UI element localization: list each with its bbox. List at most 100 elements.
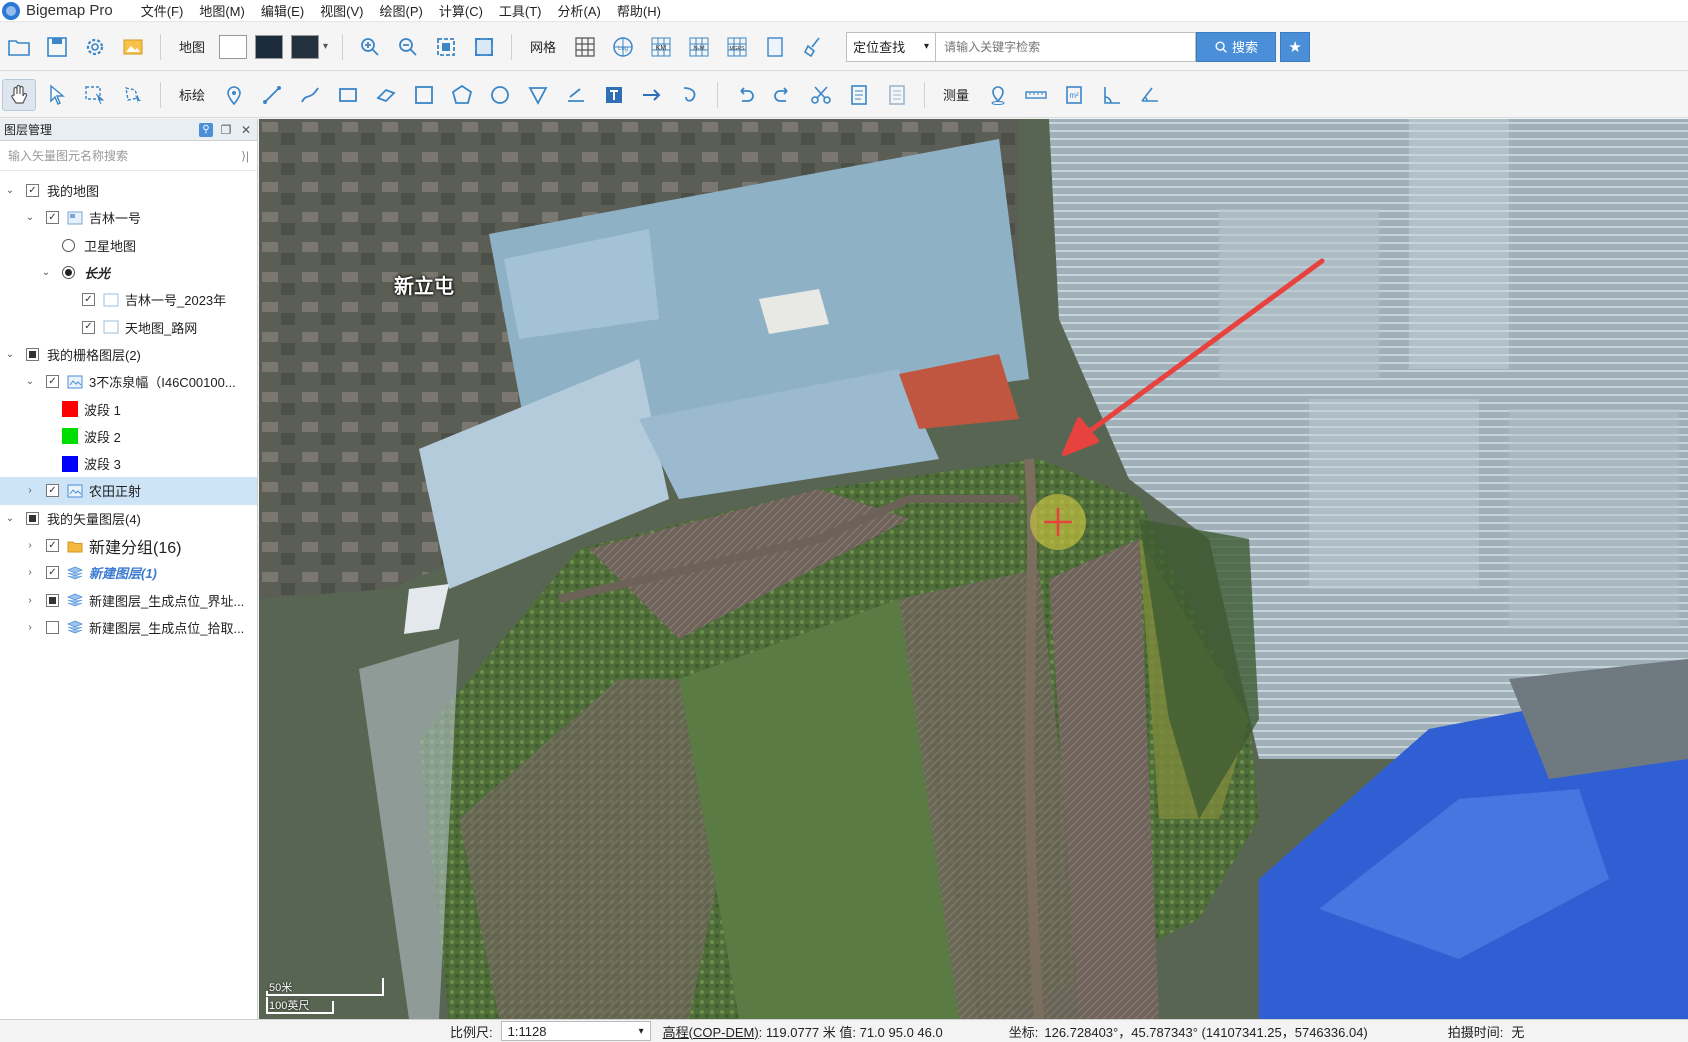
tree-row-vector-group[interactable]: ⌄ 我的矢量图层(4) [0,505,257,532]
full-extent-button[interactable] [467,31,501,63]
attribute-button[interactable] [842,79,876,111]
panel-search-icon[interactable]: ⚲ [199,122,213,137]
draw-rect-button[interactable] [331,79,365,111]
tree-row-tianditu[interactable]: ✓ 天地图_路网 [0,313,257,340]
draw-hook-button[interactable] [673,79,707,111]
checkbox-checked[interactable]: ✓ [46,566,59,580]
menu-map[interactable]: 地图(M) [191,1,253,20]
layer-search-field[interactable]: 输入矢量图元名称搜索 ⟩| [0,141,257,171]
chevron-down-icon[interactable]: ⌄ [24,376,36,388]
cut-button[interactable] [804,79,838,111]
chevron-right-icon[interactable]: › [24,621,36,633]
doc-button[interactable] [758,31,792,63]
menu-edit[interactable]: 编辑(E) [253,1,312,20]
draw-point-button[interactable] [217,79,251,111]
elevation-label[interactable]: 高程(COP-DEM) [663,1022,759,1041]
map-tile-terrain-button[interactable] [291,34,320,59]
favorite-button[interactable]: ★ [1280,31,1311,62]
zoom-out-button[interactable] [391,31,425,63]
checkbox-checked[interactable]: ✓ [26,184,39,198]
zoom-extent-button[interactable] [429,31,463,63]
chevron-down-icon[interactable]: ▾ [323,41,328,52]
measure-point-button[interactable] [981,79,1015,111]
search-mode-select[interactable]: 定位查找 ▾ [846,31,937,62]
draw-ruler-button[interactable] [559,79,593,111]
image-button[interactable] [116,31,150,63]
tree-row-farmland[interactable]: › ✓ 农田正射 [0,477,257,505]
select-button[interactable] [40,79,74,111]
measure-area-button[interactable]: m² [1057,79,1091,111]
tree-row-band2[interactable]: 波段 2 [0,423,257,450]
undo-button[interactable] [728,79,762,111]
chevron-down-icon[interactable]: ⌄ [40,267,52,279]
checkbox-partial[interactable] [46,593,59,607]
draw-text-button[interactable] [597,79,631,111]
collapse-icon[interactable]: ⟩| [241,149,249,163]
grid-button[interactable] [568,31,602,63]
settings-button[interactable] [78,31,112,63]
tree-row-gen-boundary[interactable]: › 新建图层_生成点位_界址... [0,586,257,613]
tree-row-jilin1[interactable]: ⌄ ✓ 吉林一号 [0,204,257,231]
tree-row-new-group[interactable]: › ✓ 新建分组(16) [0,532,257,559]
tree-row-band3[interactable]: 波段 3 [0,450,257,477]
search-button[interactable]: 搜索 [1196,31,1277,62]
menu-draw[interactable]: 绘图(P) [372,1,431,20]
table-button[interactable] [880,79,914,111]
tree-row-my-map[interactable]: ⌄ ✓ 我的地图 [0,177,257,204]
measure-distance-button[interactable] [1019,79,1053,111]
measure-bearing-button[interactable] [1133,79,1167,111]
open-folder-button[interactable] [2,31,36,63]
chevron-down-icon[interactable]: ⌄ [4,185,16,197]
menu-tools[interactable]: 工具(T) [491,1,550,20]
pan-button[interactable] [2,78,36,111]
measure-angle-button[interactable] [1095,79,1129,111]
checkbox-checked[interactable]: ✓ [46,375,59,389]
grid-mgrs-button[interactable]: MGRS [720,31,754,63]
chevron-right-icon[interactable]: › [24,567,36,579]
draw-square-button[interactable] [407,79,441,111]
tree-row-changguang[interactable]: ⌄ 长光 [0,259,257,286]
chevron-right-icon[interactable]: › [24,485,36,497]
draw-line-button[interactable] [255,79,289,111]
checkbox-checked[interactable]: ✓ [46,211,59,225]
menu-analysis[interactable]: 分析(A) [550,1,609,20]
draw-arrow-button[interactable] [635,79,669,111]
draw-curve-button[interactable] [293,79,327,111]
save-button[interactable] [40,31,74,63]
menu-help[interactable]: 帮助(H) [609,1,669,20]
map-tile-satellite-button[interactable] [255,34,284,59]
scale-select[interactable]: 1:1128 ▾ [500,1021,651,1041]
close-icon[interactable]: ✕ [239,123,253,137]
poly-select-button[interactable] [116,79,150,111]
map-canvas[interactable]: 新立屯 50米 100英尺 [259,119,1688,1019]
tree-row-gen-pick[interactable]: › 新建图层_生成点位_拾取... [0,614,257,641]
chevron-right-icon[interactable]: › [24,594,36,606]
chevron-down-icon[interactable]: ⌄ [4,348,16,360]
checkbox-partial[interactable] [26,511,39,525]
grid-lnglat-button[interactable]: Lng [606,31,640,63]
checkbox-unchecked[interactable] [46,620,59,634]
menu-view[interactable]: 视图(V) [312,1,371,20]
checkbox-checked[interactable]: ✓ [82,293,95,307]
grid-km-button[interactable]: KM [644,31,678,63]
tree-row-band1[interactable]: 波段 1 [0,395,257,422]
menu-file[interactable]: 文件(F) [133,1,192,20]
grid-nm-button[interactable]: N-M [682,31,716,63]
checkbox-checked[interactable]: ✓ [46,484,59,498]
tree-row-jilin-2023[interactable]: ✓ 吉林一号_2023年 [0,286,257,313]
restore-icon[interactable]: ❐ [219,123,233,137]
clear-button[interactable] [796,31,830,63]
tree-row-raster1[interactable]: ⌄ ✓ 3不冻泉幅（I46C00100... [0,368,257,395]
draw-circle-button[interactable] [483,79,517,111]
draw-polygon-button[interactable] [445,79,479,111]
chevron-right-icon[interactable]: › [24,540,36,552]
chevron-down-icon[interactable]: ⌄ [4,512,16,524]
radio-off[interactable] [62,238,75,252]
zoom-in-button[interactable] [353,31,387,63]
search-input[interactable] [936,31,1197,62]
tree-row-raster-group[interactable]: ⌄ 我的栅格图层(2) [0,341,257,368]
tree-row-satellite[interactable]: 卫星地图 [0,232,257,259]
checkbox-checked[interactable]: ✓ [46,539,59,552]
redo-button[interactable] [766,79,800,111]
draw-diamond-button[interactable] [369,79,403,111]
